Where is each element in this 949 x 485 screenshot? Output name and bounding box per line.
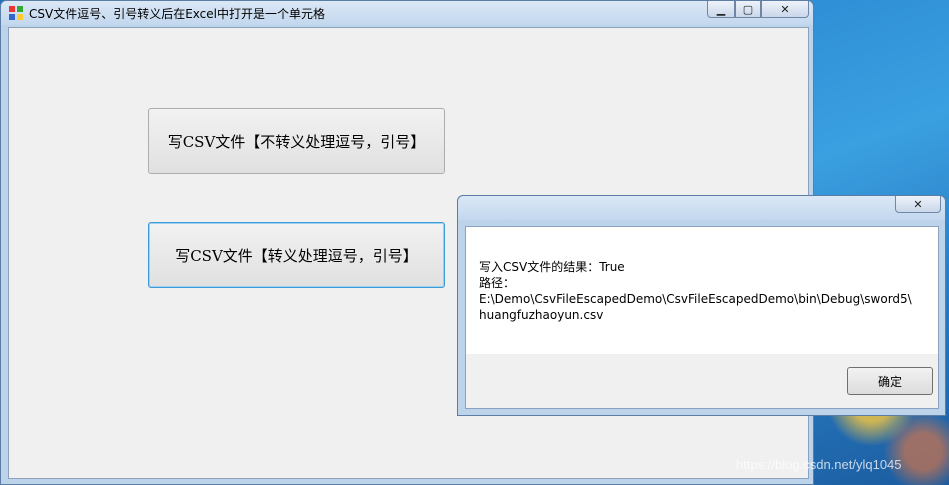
maximize-icon[interactable]: ▢ (735, 1, 761, 18)
ok-button[interactable]: 确定 (847, 367, 933, 395)
close-icon[interactable]: ✕ (895, 196, 941, 213)
app-icon (9, 6, 23, 20)
message-box: ✕ 写入CSV文件的结果：True 路径： E:\Demo\CsvFileEsc… (457, 195, 946, 416)
title-bar[interactable]: CSV文件逗号、引号转义后在Excel中打开是一个单元格 ▁ ▢ ✕ (1, 1, 813, 25)
message-line: 路径： (479, 276, 516, 290)
message-area: 写入CSV文件的结果：True 路径： E:\Demo\CsvFileEscap… (466, 227, 938, 354)
message-text: 写入CSV文件的结果：True 路径： E:\Demo\CsvFileEscap… (479, 259, 912, 323)
message-box-client: 写入CSV文件的结果：True 路径： E:\Demo\CsvFileEscap… (465, 226, 939, 409)
window-title: CSV文件逗号、引号转义后在Excel中打开是一个单元格 (29, 7, 325, 21)
message-line: huangfuzhaoyun.csv (479, 308, 604, 322)
message-line: 写入CSV文件的结果：True (479, 260, 625, 274)
message-box-title-bar[interactable]: ✕ (458, 196, 945, 220)
write-csv-escape-button[interactable]: 写CSV文件【转义处理逗号，引号】 (148, 222, 445, 288)
watermark: https://blog.csdn.net/ylq1045 (736, 457, 902, 472)
write-csv-no-escape-button[interactable]: 写CSV文件【不转义处理逗号，引号】 (148, 108, 445, 174)
minimize-icon[interactable]: ▁ (707, 1, 735, 18)
window-controls: ▁ ▢ ✕ (707, 1, 809, 19)
message-line: E:\Demo\CsvFileEscapedDemo\CsvFileEscape… (479, 292, 912, 306)
close-icon[interactable]: ✕ (761, 1, 809, 18)
